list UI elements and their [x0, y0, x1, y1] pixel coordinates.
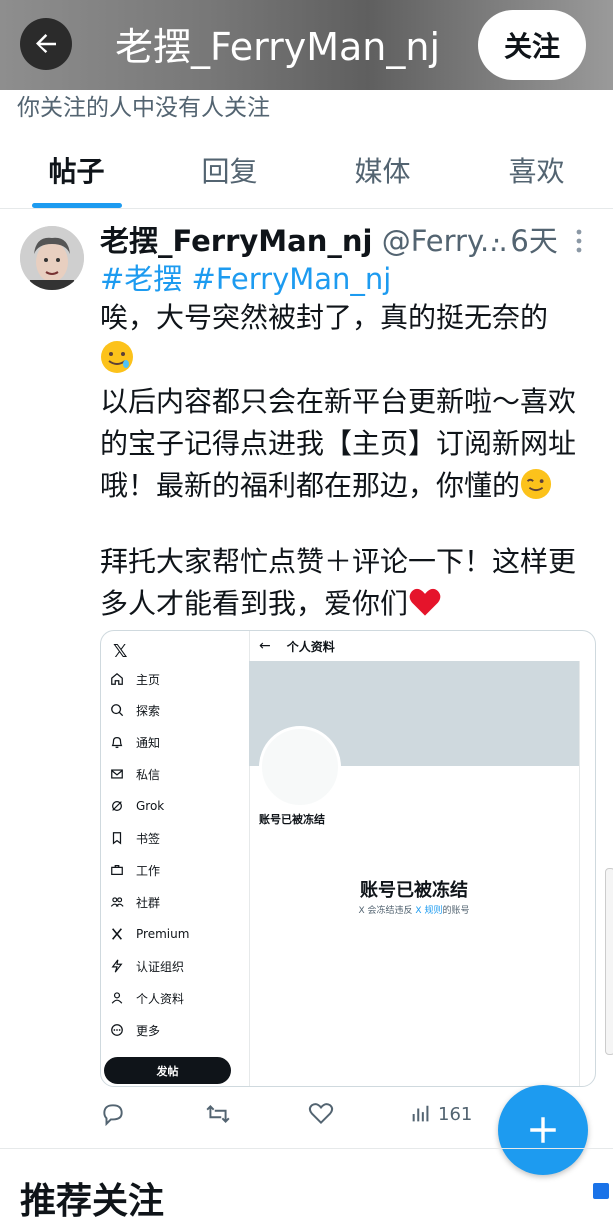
recommend-follow-heading: 推荐关注 [20, 1181, 165, 1222]
post-timestamp[interactable]: · 6天 [492, 218, 558, 260]
author-name[interactable]: 老摆_FerryMan_nj [100, 224, 372, 258]
post-text-line: 多人才能看到我，爱你们 [100, 582, 442, 624]
arrow-left-icon [36, 34, 56, 53]
embed-nav-item: Grok [110, 794, 164, 818]
home-icon [111, 672, 123, 685]
embed-frozen-heading: 账号已被冻结 [360, 880, 468, 901]
avatar[interactable] [20, 226, 84, 290]
views-count: 161 [438, 1103, 473, 1125]
community-icon [110, 897, 124, 907]
back-button[interactable] [20, 18, 72, 70]
views-chart-icon [412, 1105, 429, 1122]
post-text-line: 拜托大家帮忙点赞＋评论一下！这样更 [100, 545, 577, 578]
embed-frozen-description: X 会冻结违反 X 规则的账号 [358, 906, 470, 916]
embed-nav-item: 社群 [110, 890, 160, 914]
embed-sidebar: 𝕏 主页 探索 通知 私信 Grok 书签 工作 社群 Premium 认证组织… [101, 631, 250, 1086]
embed-nav-item: 工作 [110, 858, 160, 882]
post-media-image[interactable]: 𝕏 主页 探索 通知 私信 Grok 书签 工作 社群 Premium 认证组织… [100, 630, 596, 1087]
follow-button[interactable]: 关注 [478, 10, 586, 80]
post-text-line: 以后内容都只会在新平台更新啦～喜欢 [100, 385, 577, 418]
scrollbar-thumb[interactable] [605, 868, 613, 1055]
embed-content-edge [579, 661, 580, 1086]
person-icon [111, 992, 123, 1004]
header-title: 老摆_FerryMan_nj [115, 25, 441, 69]
smiling-face-emoji-icon [100, 340, 134, 378]
section-divider [0, 1148, 613, 1149]
author-handle[interactable]: @Ferry... [382, 224, 508, 258]
post-text-line: 的宝子记得点进我【主页】订阅新网址 [100, 427, 577, 460]
embed-nav-item: Premium [110, 922, 189, 946]
embed-profile-header: ← 个人资料 [249, 631, 595, 661]
embed-profile-title: 个人资料 [286, 639, 335, 654]
plus-icon [530, 1117, 556, 1143]
embed-nav-item: 更多 [110, 1018, 160, 1042]
views-button[interactable]: 161 [410, 1100, 472, 1128]
tab-replies[interactable]: 回复 [153, 150, 306, 190]
grok-icon [112, 801, 122, 811]
winking-face-emoji-icon [520, 468, 552, 507]
post-hashtags[interactable]: #老摆 #FerryMan_nj [100, 256, 391, 298]
embed-nav-item: 认证组织 [110, 954, 184, 978]
mail-icon [111, 769, 123, 779]
system-tray-icon [593, 1183, 609, 1199]
lightning-icon [111, 959, 123, 973]
reply-button[interactable] [100, 1100, 126, 1128]
arrow-left-icon: ← [259, 638, 271, 654]
embed-profile-avatar [259, 726, 341, 808]
embed-post-button: 发帖 [104, 1057, 231, 1084]
briefcase-icon [111, 865, 123, 875]
post-text-line: 唉，大号突然被封了，真的挺无奈的 [100, 301, 549, 334]
embed-nav-item: 探索 [110, 698, 160, 722]
embed-nav-item: 个人资料 [110, 986, 184, 1010]
tab-likes[interactable]: 喜欢 [460, 150, 613, 190]
embed-frozen-label: 账号已被冻结 [259, 813, 325, 826]
like-button[interactable] [308, 1100, 334, 1128]
embed-nav-item: 书签 [110, 826, 160, 850]
embed-nav-item: 主页 [110, 667, 160, 691]
more-vertical-icon[interactable] [572, 228, 586, 254]
x-logo-icon: 𝕏 [113, 641, 128, 662]
tabs-divider [0, 208, 613, 209]
bell-icon [111, 737, 123, 749]
search-icon [111, 704, 124, 717]
embed-nav-item: 私信 [110, 762, 160, 786]
heart-outline-icon [308, 1103, 334, 1125]
repost-icon [206, 1105, 230, 1123]
tab-media[interactable]: 媒体 [306, 150, 459, 190]
bookmark-icon [112, 832, 122, 845]
repost-button[interactable] [204, 1100, 232, 1128]
followers-you-know-note: 你关注的人中没有人关注 [17, 95, 270, 121]
post-text-line: 哦！最新的福利都在那边，你懂的 [100, 464, 552, 507]
compose-fab-button[interactable] [498, 1085, 588, 1175]
tab-posts[interactable]: 帖子 [0, 150, 153, 190]
red-heart-icon [408, 587, 442, 624]
x-icon [112, 928, 122, 940]
embed-nav-item: 通知 [110, 730, 160, 754]
reply-icon [103, 1104, 123, 1127]
more-circle-icon [111, 1024, 123, 1036]
